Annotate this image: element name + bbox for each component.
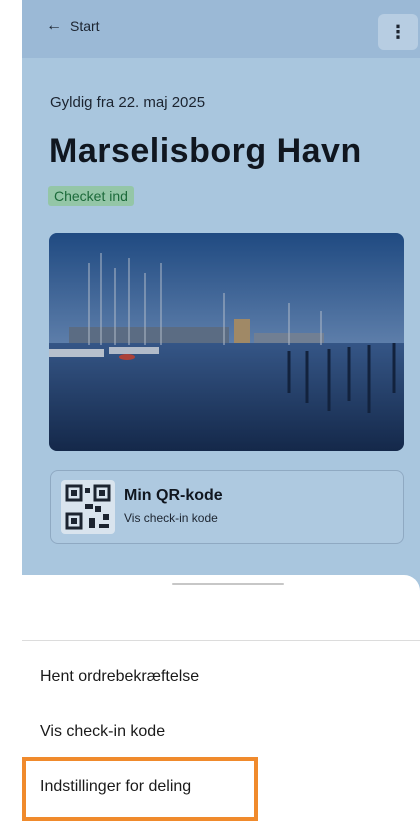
sheet-divider — [22, 640, 420, 641]
status-badge: Checket ind — [48, 186, 134, 206]
highlight-box — [22, 757, 258, 821]
page-title: Marselisborg Havn — [49, 132, 362, 170]
qr-code-icon — [61, 480, 115, 534]
qr-code-card[interactable]: Min QR-kode Vis check-in kode — [50, 470, 404, 544]
arrow-left-icon: ← — [46, 17, 62, 34]
menu-item-show-checkin-code[interactable]: Vis check-in kode — [40, 723, 165, 741]
sheet-drag-handle[interactable] — [172, 583, 284, 585]
more-menu-button[interactable]: ⋮ — [378, 14, 418, 50]
more-vertical-icon: ⋮ — [389, 21, 407, 42]
valid-from-text: Gyldig fra 22. maj 2025 — [50, 94, 206, 111]
top-bar: ← Start ⋮ — [22, 0, 420, 58]
back-button[interactable]: ← Start — [46, 17, 100, 35]
harbor-photo — [49, 233, 404, 451]
ticket-page-dimmed: ← Start ⋮ Gyldig fra 22. maj 2025 Marsel… — [22, 0, 420, 600]
menu-item-download-order-confirmation[interactable]: Hent ordrebekræftelse — [40, 668, 199, 686]
back-label: Start — [70, 18, 100, 34]
qr-card-title: Min QR-kode — [124, 487, 223, 504]
qr-card-subtitle: Vis check-in kode — [124, 511, 218, 525]
bottom-sheet: Hent ordrebekræftelse Vis check-in kode … — [0, 575, 420, 824]
